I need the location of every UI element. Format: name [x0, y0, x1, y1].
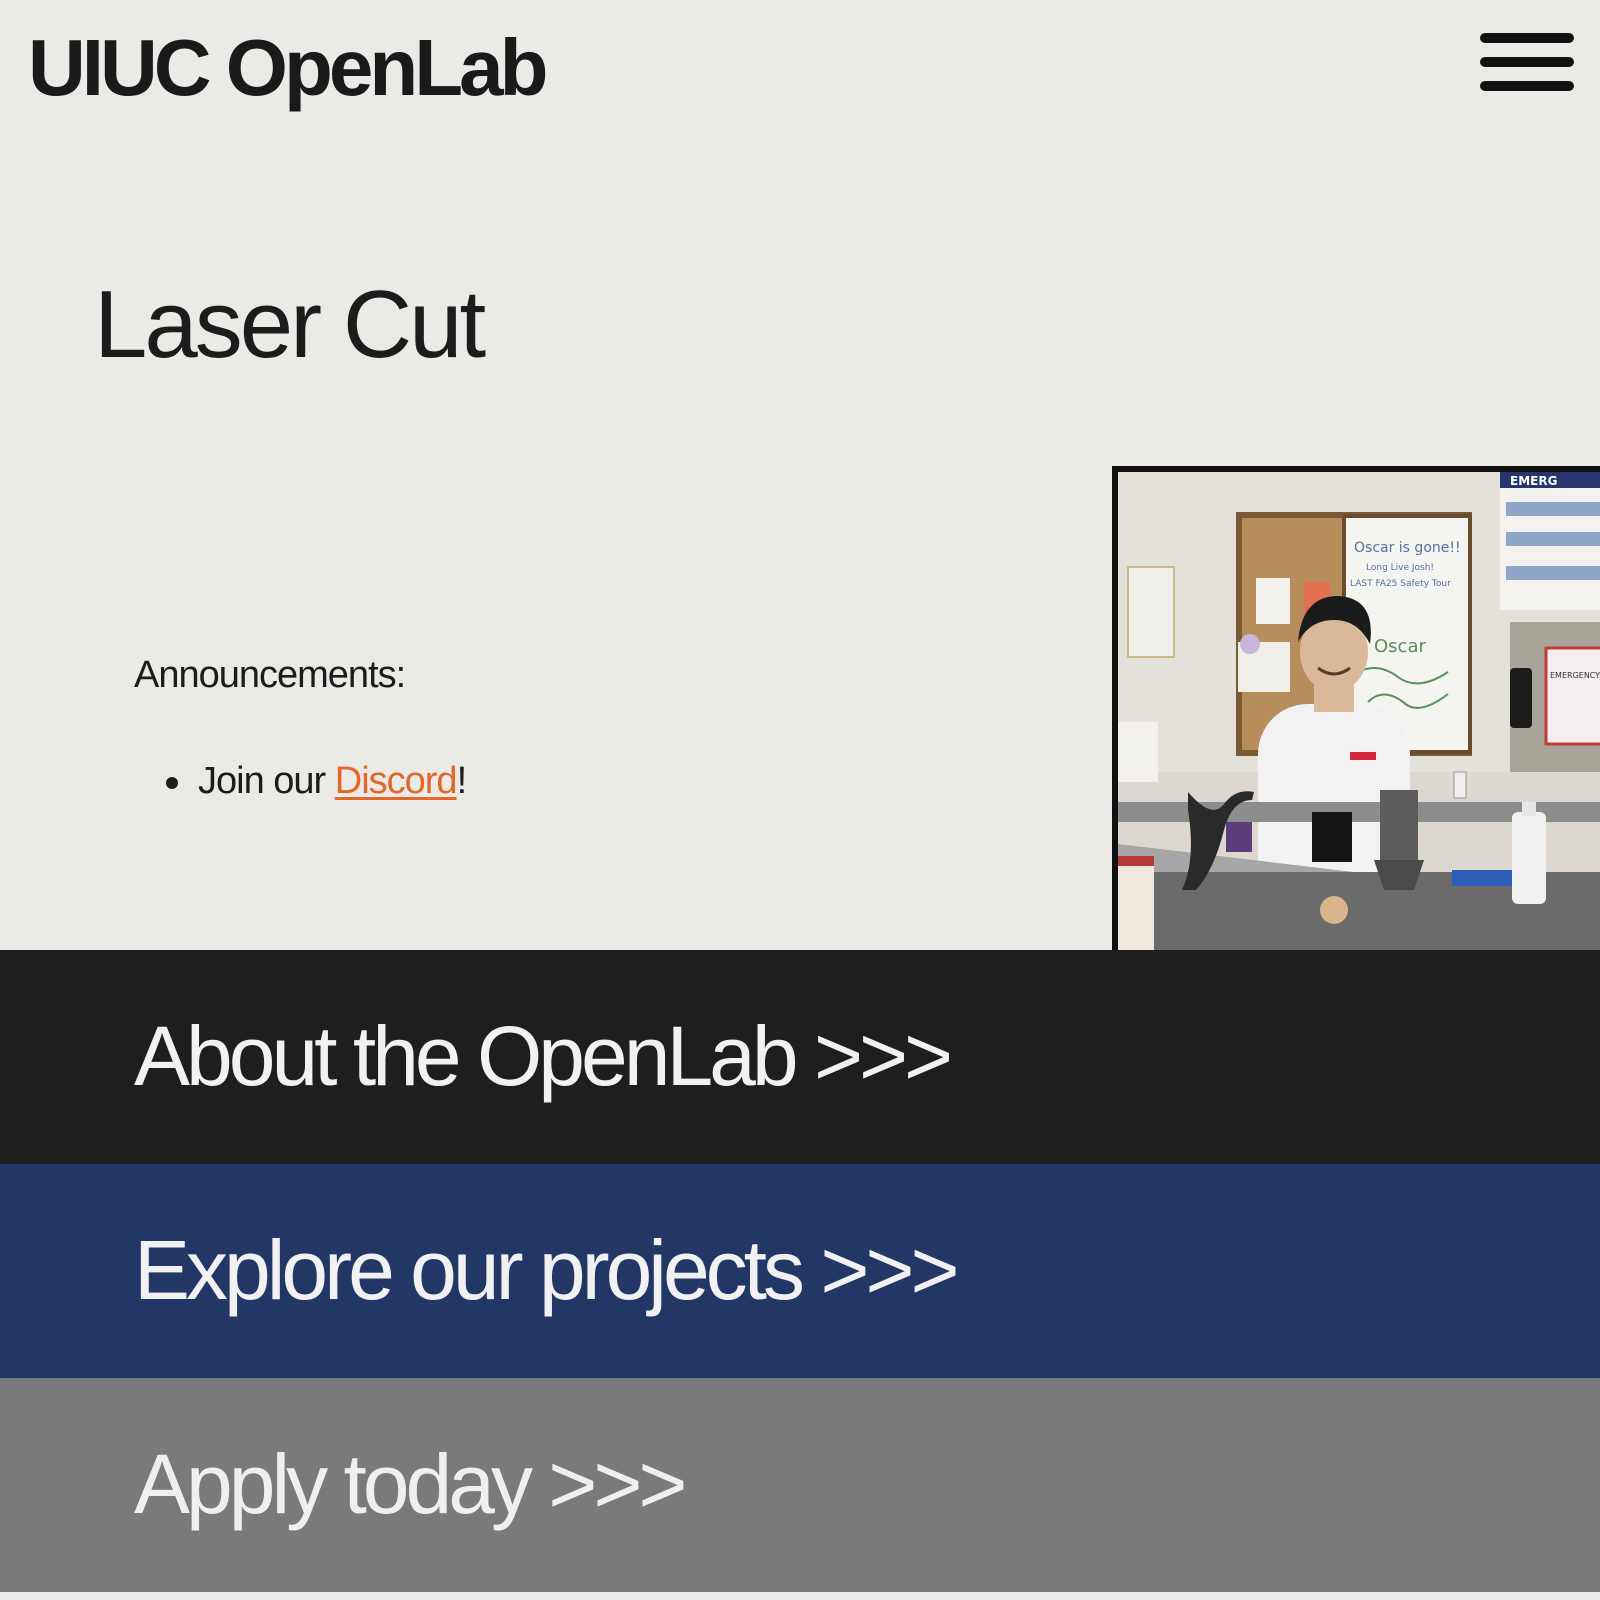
site-title[interactable]: UIUC OpenLab	[28, 20, 548, 116]
menu-bar	[1480, 33, 1574, 43]
whiteboard-text: Long Live Josh!	[1366, 563, 1434, 573]
emergency-sign-text: EMERGENCY PHONE	[1550, 671, 1600, 680]
menu-bar	[1480, 81, 1574, 91]
page-heading: Laser Cut	[94, 271, 486, 378]
announcement-suffix: !	[456, 760, 468, 802]
page-footer-edge	[0, 1592, 1600, 1600]
announcement-prefix: Join our	[198, 760, 335, 802]
explore-projects-link[interactable]: Explore our projects >>>	[0, 1164, 1600, 1378]
announcement-list: Join our Discord!	[165, 758, 468, 804]
apply-today-label: Apply today >>>	[134, 1437, 687, 1531]
announcement-item: Join our Discord!	[165, 758, 468, 804]
lab-photo-drawing: Oscar is gone!! Long Live Josh! LAST FA2…	[1118, 472, 1600, 956]
announcements-label: Announcements:	[134, 654, 406, 696]
about-openlab-link[interactable]: About the OpenLab >>>	[0, 950, 1600, 1164]
page: UIUC OpenLab Laser Cut Announcements: Jo…	[0, 0, 1600, 1600]
poster-text: EMERG	[1510, 474, 1557, 488]
explore-projects-label: Explore our projects >>>	[134, 1223, 960, 1317]
about-openlab-label: About the OpenLab >>>	[134, 1009, 953, 1103]
whiteboard-text: LAST FA25 Safety Tour	[1350, 579, 1451, 589]
discord-link[interactable]: Discord	[335, 760, 458, 802]
apply-today-link[interactable]: Apply today >>>	[0, 1378, 1600, 1592]
whiteboard-text: Oscar	[1374, 636, 1426, 657]
lab-photo: Oscar is gone!! Long Live Josh! LAST FA2…	[1112, 466, 1600, 956]
menu-bar	[1480, 57, 1574, 67]
whiteboard-text: Oscar is gone!!	[1354, 540, 1461, 556]
hamburger-menu-icon[interactable]	[1480, 30, 1576, 98]
